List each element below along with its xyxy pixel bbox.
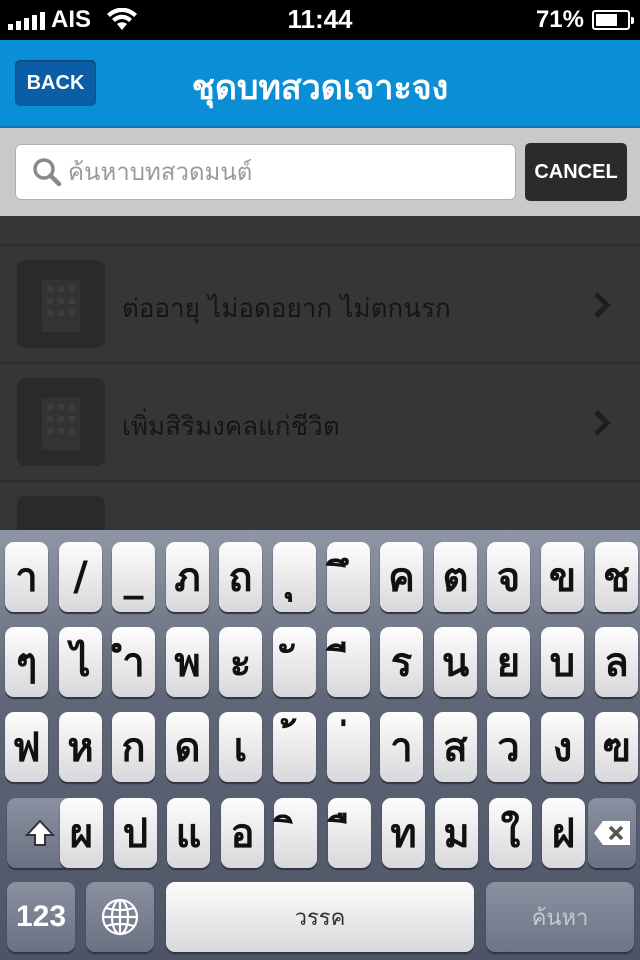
key-row2-2[interactable]: ำ: [112, 627, 155, 697]
key-row3-3[interactable]: ด: [166, 712, 209, 782]
battery-fill: [596, 14, 617, 26]
search-field[interactable]: [15, 144, 516, 200]
cancel-button[interactable]: CANCEL: [525, 143, 627, 201]
key-row4-1[interactable]: ป: [114, 798, 157, 868]
chevron-right-icon: [594, 410, 611, 436]
key-row1-5[interactable]: ุ: [273, 542, 316, 612]
key-row1-11[interactable]: ช: [595, 542, 638, 612]
search-icon: [33, 158, 62, 187]
space-key[interactable]: วรรค: [166, 882, 474, 952]
building-icon: [42, 398, 80, 450]
key-row3-4[interactable]: เ: [219, 712, 262, 782]
backspace-icon: [594, 821, 630, 845]
list-item[interactable]: ต่ออายุ ไม่อดอยาก ไม่ตกนรก: [0, 246, 640, 364]
chevron-right-icon: [594, 292, 611, 318]
key-row2-4[interactable]: ะ: [219, 627, 262, 697]
key-row2-11[interactable]: ล: [595, 627, 638, 697]
key-row2-10[interactable]: บ: [541, 627, 584, 697]
key-row3-6[interactable]: ่: [327, 712, 370, 782]
key-row1-8[interactable]: ต: [434, 542, 477, 612]
search-bar: CANCEL: [0, 128, 640, 216]
key-row1-3[interactable]: ภ: [166, 542, 209, 612]
key-row3-2[interactable]: ก: [112, 712, 155, 782]
key-row2-1[interactable]: ไ: [59, 627, 102, 697]
list-item-label: ต่ออายุ ไม่อดอยาก ไม่ตกนรก: [122, 294, 451, 324]
key-row4-5[interactable]: ื: [328, 798, 371, 868]
key-row1-0[interactable]: า: [5, 542, 48, 612]
key-row3-9[interactable]: ว: [487, 712, 530, 782]
key-row4-0[interactable]: ผ: [60, 798, 103, 868]
key-row2-9[interactable]: ย: [487, 627, 530, 697]
status-bar: AIS 11:44 71%: [0, 0, 640, 40]
key-row3-7[interactable]: า: [380, 712, 423, 782]
page-title: ชุดบทสวดเจาะจง: [191, 68, 449, 108]
thumbnail: [17, 260, 105, 348]
key-row3-5[interactable]: ้: [273, 712, 316, 782]
key-row3-11[interactable]: ฃ: [595, 712, 638, 782]
key-row4-4[interactable]: ิ: [274, 798, 317, 868]
key-row3-0[interactable]: ฟ: [5, 712, 48, 782]
list-item-label: เพิ่มสิริมงคลแก่ชีวิต: [122, 412, 340, 442]
key-row1-6[interactable]: ึ: [327, 542, 370, 612]
list-item[interactable]: [0, 216, 640, 246]
key-row3-1[interactable]: ห: [59, 712, 102, 782]
key-row3-8[interactable]: ส: [434, 712, 477, 782]
list-item[interactable]: เพิ่มสิริมงคลแก่ชีวิต: [0, 364, 640, 482]
thumbnail: [17, 496, 105, 530]
key-row4-2[interactable]: แ: [167, 798, 210, 868]
key-row2-6[interactable]: ี: [327, 627, 370, 697]
building-icon: [42, 280, 80, 332]
key-row1-9[interactable]: จ: [487, 542, 530, 612]
key-row2-8[interactable]: น: [434, 627, 477, 697]
battery-icon: [592, 10, 634, 30]
key-row2-0[interactable]: ๆ: [5, 627, 48, 697]
key-row1-2[interactable]: _: [112, 542, 155, 612]
numbers-key[interactable]: 123: [7, 882, 75, 952]
keyboard: 123 วรรค ค้นหา า/_ภถุึคตจขชๆไำพะัีรนยบลฟ…: [0, 530, 640, 960]
key-row4-8[interactable]: ใ: [489, 798, 532, 868]
backspace-key[interactable]: [588, 798, 636, 868]
shift-arrow-icon: [24, 819, 56, 846]
key-row1-10[interactable]: ข: [541, 542, 584, 612]
globe-icon: [101, 898, 139, 936]
key-row2-5[interactable]: ั: [273, 627, 316, 697]
search-key[interactable]: ค้นหา: [486, 882, 634, 952]
navigation-bar: BACK ชุดบทสวดเจาะจง: [0, 40, 640, 128]
key-row1-7[interactable]: ค: [380, 542, 423, 612]
key-row4-7[interactable]: ม: [435, 798, 478, 868]
key-row2-3[interactable]: พ: [166, 627, 209, 697]
key-row4-3[interactable]: อ: [221, 798, 264, 868]
key-row2-7[interactable]: ร: [380, 627, 423, 697]
globe-key[interactable]: [86, 882, 154, 952]
status-right: 71%: [535, 6, 634, 34]
key-row4-6[interactable]: ท: [382, 798, 425, 868]
key-row4-9[interactable]: ฝ: [542, 798, 585, 868]
thumbnail: [17, 378, 105, 466]
key-row1-1[interactable]: /: [59, 542, 102, 612]
search-input[interactable]: [68, 158, 488, 186]
key-row3-10[interactable]: ง: [541, 712, 584, 782]
battery-percent: 71%: [535, 6, 584, 33]
key-row1-4[interactable]: ถ: [219, 542, 262, 612]
prayer-list: ต่ออายุ ไม่อดอยาก ไม่ตกนรก เพิ่มสิริมงคล…: [0, 216, 640, 530]
list-item[interactable]: [0, 482, 640, 530]
